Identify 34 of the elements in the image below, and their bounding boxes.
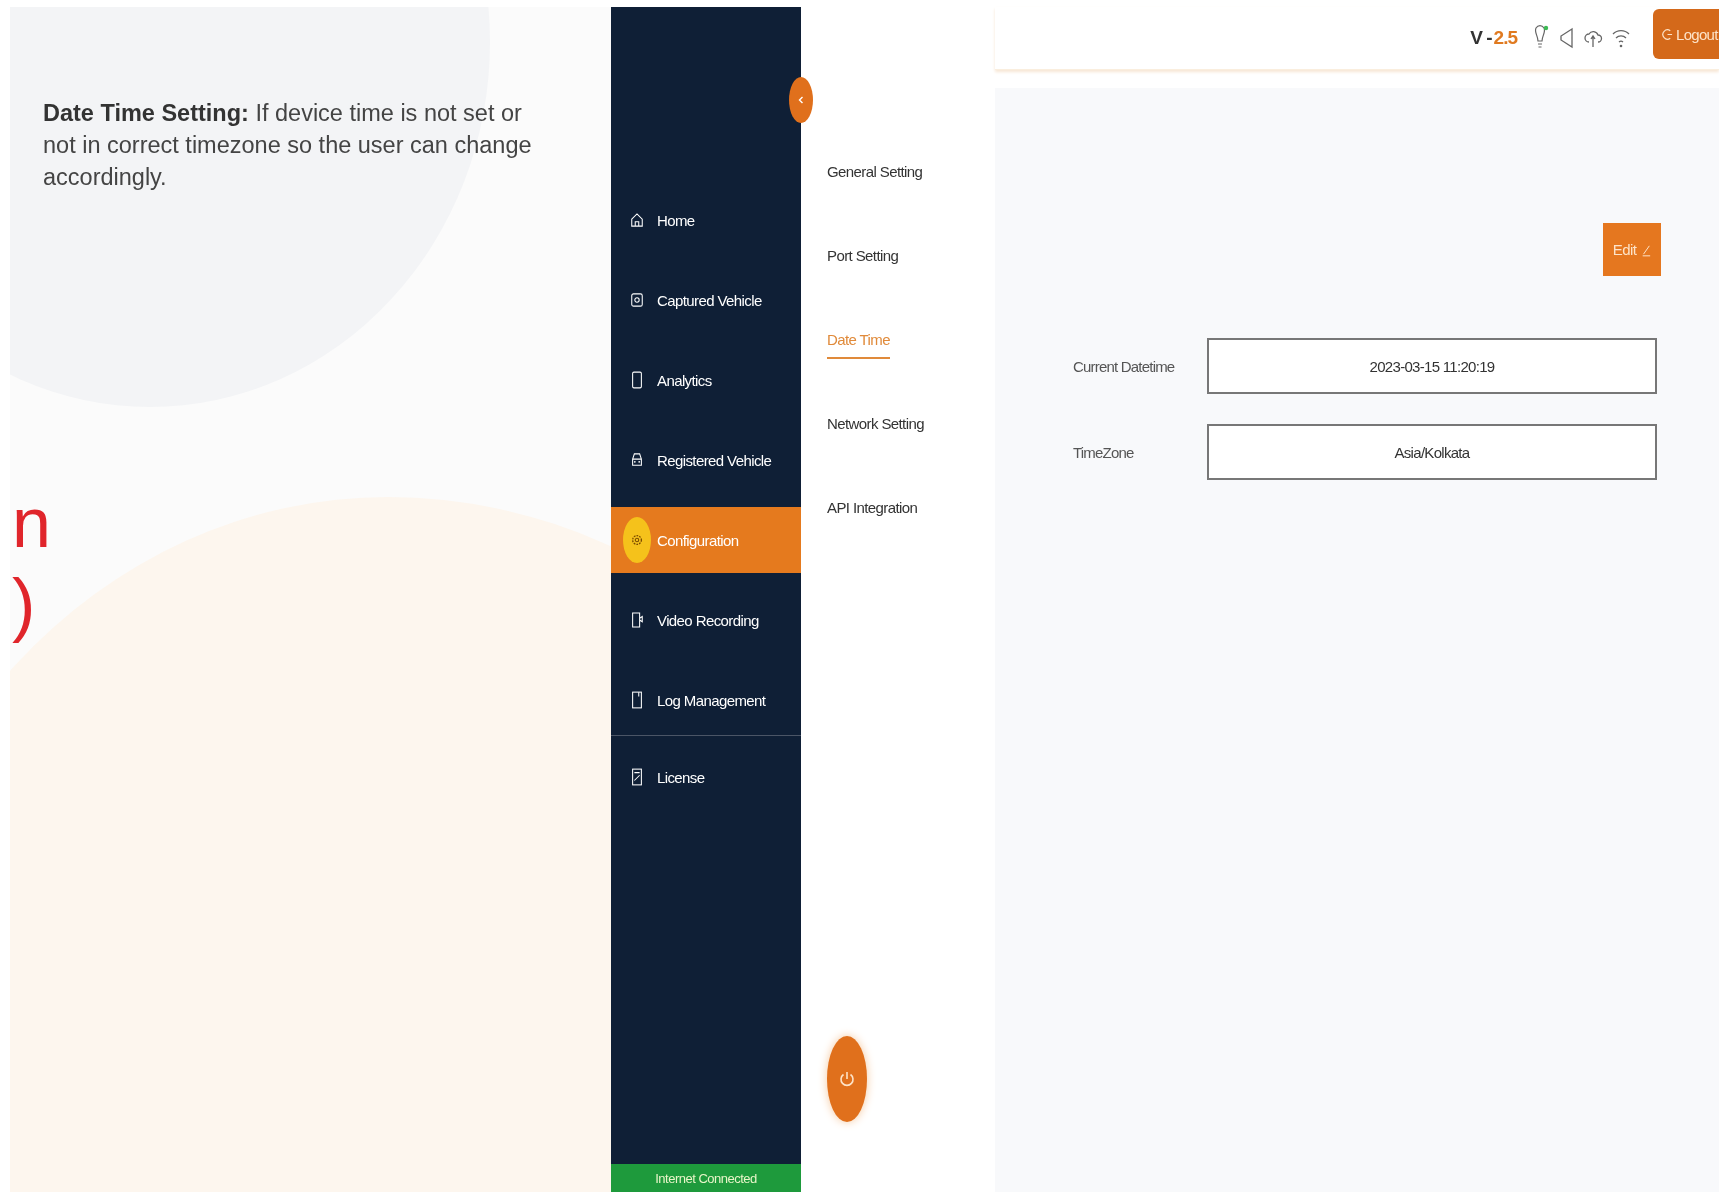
gear-icon (623, 517, 651, 563)
power-button[interactable] (827, 1036, 867, 1122)
version-number: 2.5 (1493, 27, 1517, 49)
sidebar-item[interactable]: Home (611, 187, 801, 253)
sidebar-item[interactable]: Analytics (611, 347, 801, 413)
chevron-left-icon (796, 95, 806, 105)
input-field[interactable]: Asia/Kolkata (1207, 424, 1657, 480)
phone-icon (629, 370, 645, 390)
home-icon (629, 210, 645, 230)
field-label: Current Datetime (1073, 357, 1176, 375)
video-icon (629, 610, 645, 630)
license-icon (629, 767, 645, 787)
megaphone-icon (1557, 26, 1575, 50)
input-field[interactable]: 2023-03-15 11:20:19 (1207, 338, 1657, 394)
sidebar-item[interactable]: Log Management (611, 667, 801, 733)
field-label: TimeZone (1073, 443, 1135, 461)
description-text: Date Time Setting: If device time is not set or not in correct timezone so the user can change accordingly. (43, 99, 533, 192)
settings-tab[interactable]: Network Setting (827, 415, 924, 437)
sidebar-item[interactable]: Captured Vehicle (611, 267, 801, 333)
sidebar-item[interactable]: License (611, 744, 801, 810)
settings-tab[interactable]: General Setting (827, 163, 923, 185)
power-icon (837, 1069, 857, 1089)
heading-text: ) (11, 563, 36, 644)
version-label: V - (1470, 27, 1492, 49)
collapse-button[interactable] (789, 77, 813, 123)
sidebar-item[interactable]: Registered Vehicle (611, 427, 801, 493)
connection-status: Internet Connected (611, 1164, 801, 1192)
camera-icon (629, 290, 645, 310)
heading-text: n (11, 483, 51, 564)
settings-tab[interactable]: API Integration (827, 499, 918, 521)
document-icon (629, 690, 645, 710)
settings-tab[interactable]: Port Setting (827, 247, 899, 269)
sidebar-item[interactable]: Video Recording (611, 587, 801, 653)
logout-icon (1662, 27, 1673, 41)
